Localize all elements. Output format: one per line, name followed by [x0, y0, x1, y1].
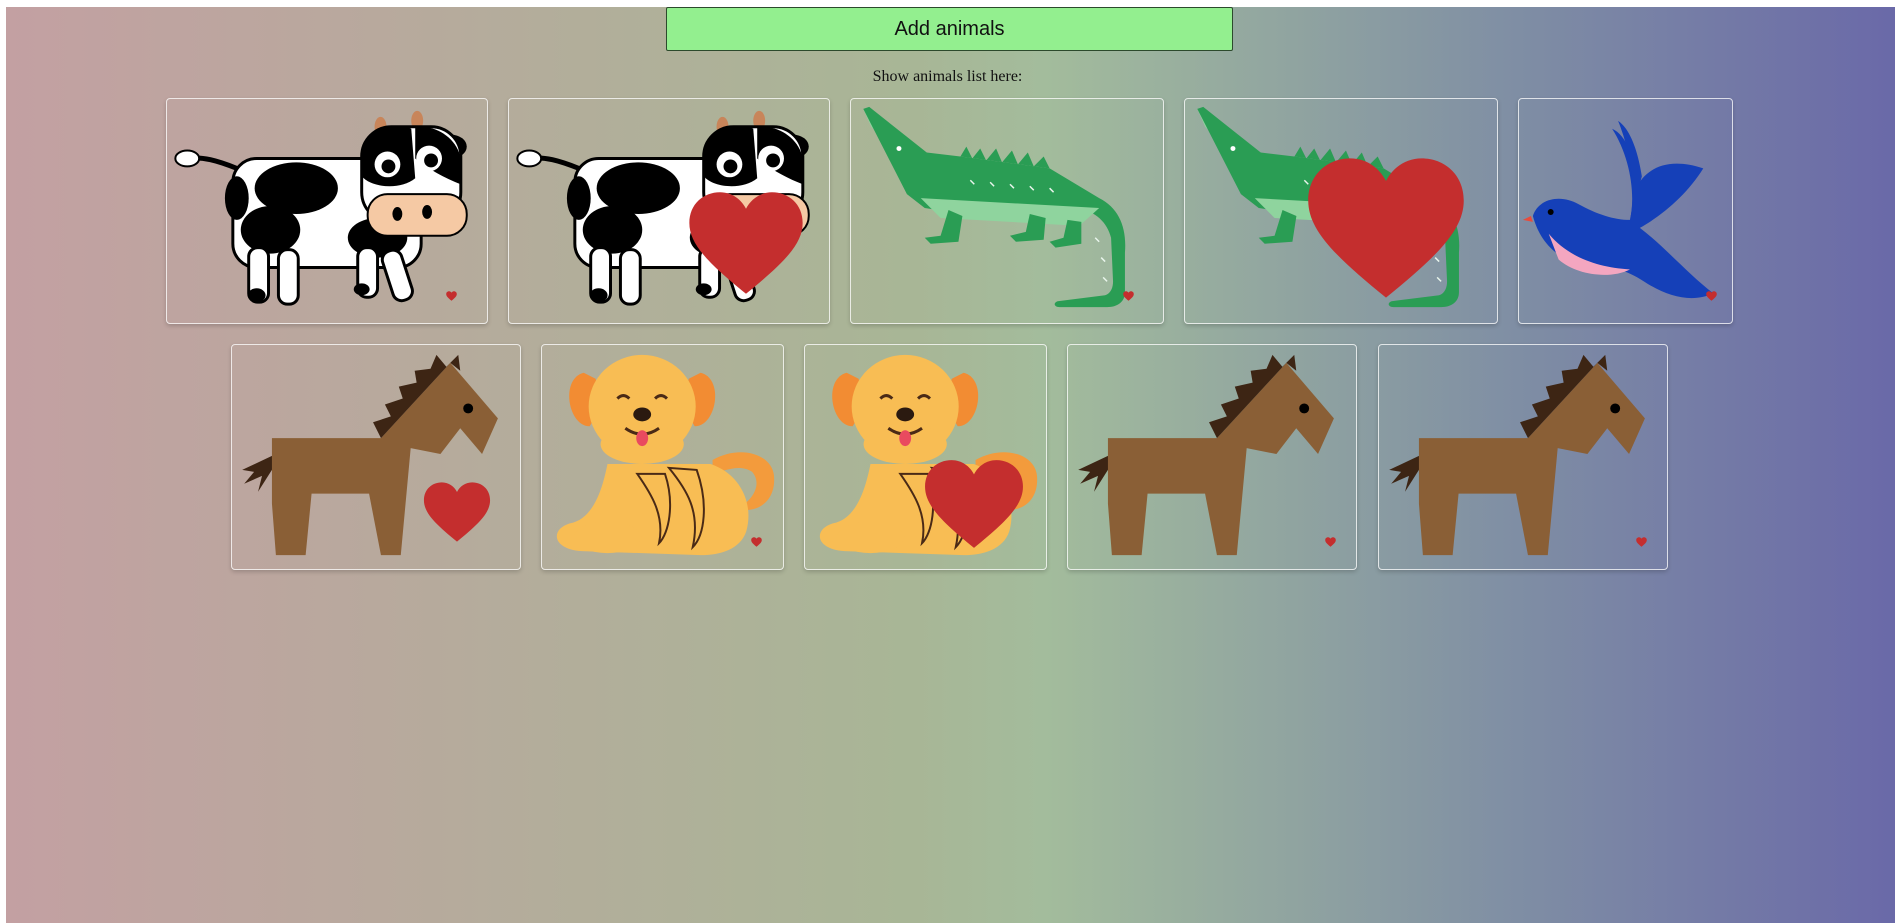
heart-icon[interactable]	[1325, 537, 1336, 547]
animal-card-crocodile[interactable]	[850, 98, 1164, 324]
animals-list-caption: Show animals list here:	[872, 68, 1023, 85]
animal-card-bird[interactable]	[1518, 98, 1733, 324]
favorite-heart-icon[interactable]	[923, 457, 1025, 551]
dog-icon	[556, 354, 775, 556]
animal-card-cow[interactable]	[508, 98, 830, 324]
favorite-heart-icon[interactable]	[687, 189, 805, 297]
heart-icon[interactable]	[751, 537, 762, 547]
animal-card-cow[interactable]	[166, 98, 488, 324]
horse-icon	[1078, 354, 1334, 556]
animal-card-crocodile[interactable]	[1184, 98, 1498, 324]
animal-card-dog[interactable]	[541, 344, 784, 570]
animal-card-horse[interactable]	[1378, 344, 1668, 570]
crocodile-icon	[863, 106, 1126, 308]
heart-icon[interactable]	[1636, 537, 1647, 547]
heart-icon[interactable]	[1123, 291, 1134, 301]
favorite-heart-icon[interactable]	[422, 481, 492, 543]
heart-icon[interactable]	[446, 291, 457, 301]
cow-icon	[174, 110, 468, 306]
animal-card-horse[interactable]	[231, 344, 521, 570]
favorite-heart-icon[interactable]	[1305, 155, 1467, 301]
animal-card-horse[interactable]	[1067, 344, 1357, 570]
bird-icon	[1522, 120, 1714, 299]
heart-icon[interactable]	[1706, 291, 1717, 301]
animal-card-dog[interactable]	[804, 344, 1047, 570]
horse-icon	[1389, 354, 1645, 556]
add-animals-button[interactable]: Add animals	[666, 7, 1233, 51]
